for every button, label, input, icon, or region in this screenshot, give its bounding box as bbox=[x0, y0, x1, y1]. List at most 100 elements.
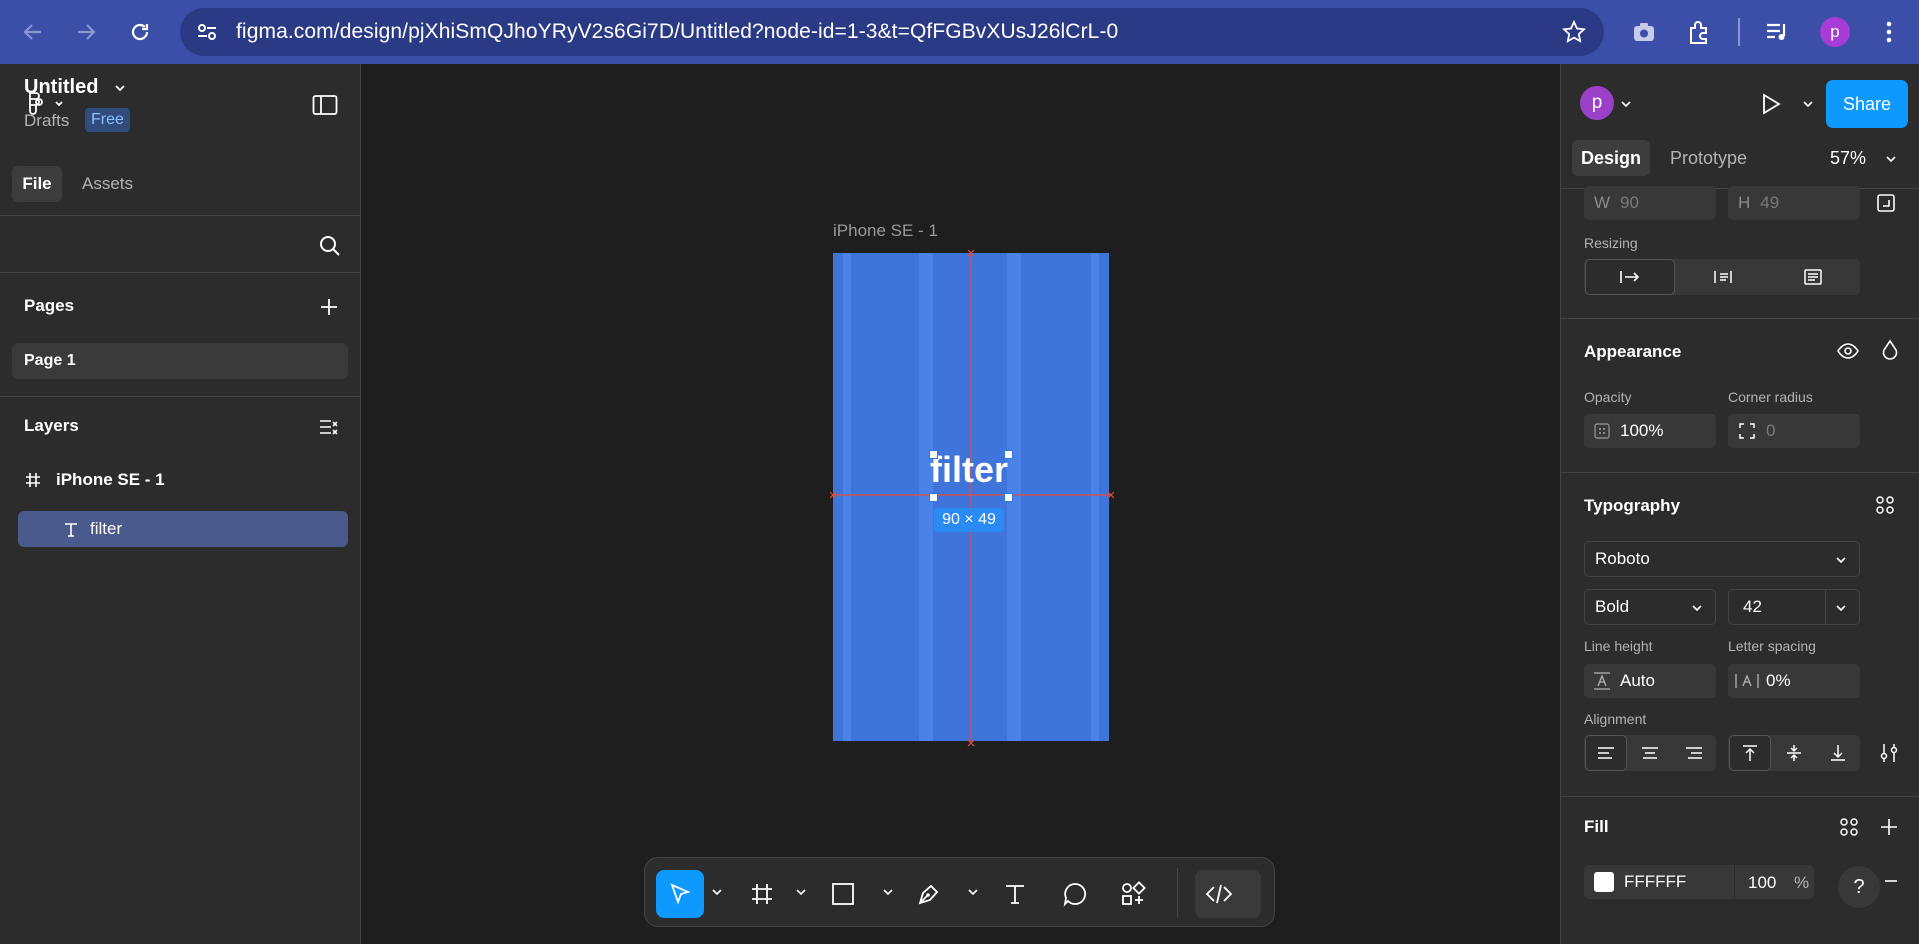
font-family-dropdown[interactable]: Roboto bbox=[1584, 541, 1860, 577]
font-weight-dropdown[interactable]: Bold bbox=[1584, 589, 1716, 625]
resizing-fixed-width-button[interactable] bbox=[1585, 259, 1675, 295]
layers-options-icon[interactable] bbox=[318, 416, 340, 438]
fill-color-swatch[interactable] bbox=[1594, 872, 1614, 892]
resizing-auto-height-button[interactable] bbox=[1768, 259, 1858, 295]
resources-icon bbox=[1122, 881, 1146, 905]
frame-hash-icon bbox=[24, 471, 42, 489]
alignment-label: Alignment bbox=[1584, 711, 1647, 727]
eye-icon[interactable] bbox=[1836, 340, 1860, 362]
align-middle-button[interactable] bbox=[1773, 735, 1815, 771]
line-height-field[interactable]: Auto bbox=[1584, 664, 1716, 698]
rectangle-tool-button[interactable] bbox=[819, 870, 867, 918]
chevron-down-icon[interactable] bbox=[114, 82, 126, 94]
add-page-icon[interactable] bbox=[318, 296, 340, 318]
pen-tool-button[interactable] bbox=[905, 870, 953, 918]
chevron-down-icon[interactable] bbox=[1802, 98, 1814, 110]
letter-spacing-icon bbox=[1735, 674, 1759, 688]
chevron-down-icon[interactable] bbox=[795, 886, 807, 898]
file-title[interactable]: Untitled bbox=[24, 76, 126, 99]
fill-heading: Fill bbox=[1584, 817, 1609, 836]
remove-fill-icon[interactable] bbox=[1882, 872, 1900, 890]
selected-text-layer[interactable]: filter bbox=[930, 449, 1008, 491]
comment-tool-button[interactable] bbox=[1051, 870, 1099, 918]
layer-item-frame[interactable]: iPhone SE - 1 bbox=[24, 470, 165, 490]
toolbar-divider bbox=[1738, 18, 1740, 46]
resize-handle[interactable] bbox=[929, 493, 938, 502]
opacity-field[interactable]: 100% bbox=[1584, 414, 1716, 448]
back-button[interactable] bbox=[17, 16, 49, 48]
camera-icon[interactable] bbox=[1632, 20, 1656, 44]
extensions-icon[interactable] bbox=[1686, 19, 1712, 45]
tab-design[interactable]: Design bbox=[1572, 140, 1650, 176]
resizing-hug-button[interactable] bbox=[1678, 259, 1768, 295]
align-bottom-button[interactable] bbox=[1817, 735, 1859, 771]
width-field[interactable]: W 90 bbox=[1584, 186, 1716, 220]
font-size-field[interactable]: 42 bbox=[1728, 589, 1860, 625]
chevron-down-icon[interactable] bbox=[967, 886, 979, 898]
text-settings-icon[interactable] bbox=[1878, 742, 1900, 764]
share-button[interactable]: Share bbox=[1826, 80, 1908, 128]
tab-assets[interactable]: Assets bbox=[82, 166, 133, 202]
profile-avatar[interactable]: p bbox=[1820, 17, 1850, 47]
align-right-button[interactable] bbox=[1673, 735, 1715, 771]
height-field[interactable]: H 49 bbox=[1728, 186, 1860, 220]
tab-file[interactable]: File bbox=[12, 166, 62, 202]
resize-handle[interactable] bbox=[1004, 450, 1013, 459]
divider bbox=[1561, 472, 1919, 473]
media-queue-icon[interactable] bbox=[1764, 19, 1790, 45]
page-item[interactable]: Page 1 bbox=[12, 343, 348, 379]
forward-button[interactable] bbox=[70, 16, 102, 48]
add-fill-icon[interactable] bbox=[1878, 816, 1900, 838]
plan-badge: Free bbox=[85, 108, 130, 132]
dev-mode-toggle[interactable] bbox=[1195, 870, 1261, 918]
font-family-value: Roboto bbox=[1595, 549, 1650, 568]
fill-opacity-unit: % bbox=[1794, 873, 1810, 892]
align-center-button[interactable] bbox=[1629, 735, 1671, 771]
constrain-proportions-icon[interactable] bbox=[1876, 193, 1896, 213]
cursor-icon bbox=[670, 883, 691, 905]
fill-styles-icon[interactable] bbox=[1838, 816, 1860, 838]
toggle-sidebar-icon[interactable] bbox=[312, 94, 338, 116]
blend-mode-drop-icon[interactable] bbox=[1880, 339, 1900, 363]
chevron-down-icon[interactable] bbox=[882, 886, 894, 898]
resize-handle[interactable] bbox=[929, 450, 938, 459]
play-icon[interactable] bbox=[1760, 92, 1782, 116]
bookmark-star-icon[interactable] bbox=[1562, 20, 1586, 44]
resize-handle[interactable] bbox=[1004, 493, 1013, 502]
letter-spacing-field[interactable]: 0% bbox=[1728, 664, 1860, 698]
font-weight-value: Bold bbox=[1595, 597, 1630, 616]
reload-button[interactable] bbox=[124, 16, 156, 48]
tab-prototype[interactable]: Prototype bbox=[1670, 140, 1747, 176]
frame-label[interactable]: iPhone SE - 1 bbox=[833, 221, 938, 241]
zoom-dropdown[interactable]: 57% bbox=[1830, 148, 1897, 169]
user-avatar[interactable]: p bbox=[1580, 86, 1614, 120]
text-tool-button[interactable] bbox=[991, 870, 1039, 918]
text-icon bbox=[1006, 885, 1024, 904]
divider bbox=[0, 272, 361, 273]
chevron-down-icon[interactable] bbox=[1620, 98, 1632, 110]
corner-radius-field[interactable]: 0 bbox=[1728, 414, 1860, 448]
align-top-button[interactable] bbox=[1729, 735, 1771, 771]
align-left-button[interactable] bbox=[1585, 735, 1627, 771]
frame-tool-button[interactable] bbox=[738, 870, 786, 918]
site-info-icon[interactable] bbox=[196, 21, 218, 43]
move-tool-button[interactable] bbox=[656, 870, 704, 918]
search-icon[interactable] bbox=[318, 234, 342, 258]
more-vert-icon[interactable] bbox=[1876, 19, 1902, 45]
help-button[interactable]: ? bbox=[1838, 866, 1880, 908]
arrow-right-icon bbox=[78, 24, 96, 40]
address-bar[interactable]: figma.com/design/pjXhiSmQJhoYRyV2s6Gi7D/… bbox=[180, 8, 1604, 56]
layers-heading: Layers bbox=[24, 416, 79, 435]
url-text: figma.com/design/pjXhiSmQJhoYRyV2s6Gi7D/… bbox=[236, 20, 1119, 43]
fill-color-field[interactable]: FFFFFF 100 % bbox=[1584, 865, 1814, 899]
chevron-down-icon[interactable] bbox=[711, 886, 723, 898]
fill-opacity-value: 100 bbox=[1748, 873, 1777, 892]
toolbar-divider bbox=[1177, 868, 1178, 918]
text-styles-icon[interactable] bbox=[1874, 494, 1896, 516]
resources-tool-button[interactable] bbox=[1109, 870, 1157, 918]
align-top-icon bbox=[1743, 745, 1757, 761]
drafts-label[interactable]: Drafts bbox=[24, 111, 69, 131]
letter-spacing-value: 0% bbox=[1766, 671, 1791, 690]
hug-contents-icon bbox=[1714, 271, 1732, 283]
layer-item-text[interactable]: filter bbox=[18, 511, 348, 547]
